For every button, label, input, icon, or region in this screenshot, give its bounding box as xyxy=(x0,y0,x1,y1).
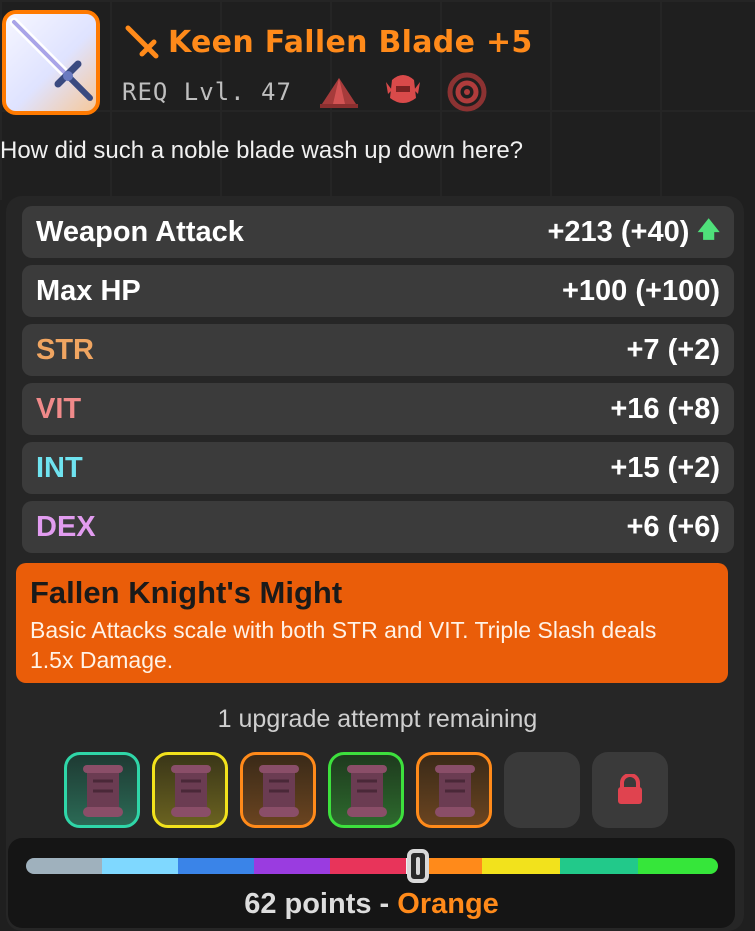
upgrade-slot-locked[interactable] xyxy=(592,752,668,828)
scroll-icon xyxy=(259,765,299,817)
item-description: How did such a noble blade wash up down … xyxy=(0,137,524,164)
stat-label: DEX xyxy=(36,510,96,543)
item-icon-frame[interactable] xyxy=(2,10,100,115)
scroll-icon xyxy=(347,765,387,817)
upgrade-slots xyxy=(64,752,668,828)
helmet-icon xyxy=(382,72,424,112)
quality-gradient-bar xyxy=(26,858,718,874)
stat-label: STR xyxy=(36,333,94,366)
stat-value-text: +213 (+40) xyxy=(547,215,690,248)
lock-icon xyxy=(618,774,642,804)
stat-label: INT xyxy=(36,451,83,484)
weapon-type-icon xyxy=(125,25,159,59)
upgrade-slot-1[interactable] xyxy=(64,752,140,828)
stat-value: +7 (+2) xyxy=(626,333,721,366)
stat-row-vit: VIT +16 (+8) xyxy=(22,383,734,435)
stat-row-weapon-attack: Weapon Attack +213 (+40) 🡅 xyxy=(22,206,734,258)
stat-value: +16 (+8) xyxy=(610,392,720,425)
item-header: Keen Fallen Blade +5 REQ Lvl. 47 xyxy=(0,6,755,116)
ability-description: Basic Attacks scale with both STR and VI… xyxy=(30,617,657,673)
tent-icon xyxy=(318,72,360,112)
sword-icon xyxy=(9,17,93,101)
scroll-icon xyxy=(435,765,475,817)
ability-name: Fallen Knight's Might xyxy=(30,575,343,610)
swirl-icon xyxy=(446,72,488,112)
stat-label: VIT xyxy=(36,392,82,425)
upgrade-slot-2[interactable] xyxy=(152,752,228,828)
upgrade-slot-5[interactable] xyxy=(416,752,492,828)
upgrade-slot-3[interactable] xyxy=(240,752,316,828)
quality-points-text: 62 points - Orange xyxy=(8,888,735,921)
upgrade-slot-4[interactable] xyxy=(328,752,404,828)
arrow-up-icon: 🡅 xyxy=(697,217,720,242)
item-name: Keen Fallen Blade +5 xyxy=(168,24,533,60)
ability-box: Fallen Knight's Might Basic Attacks scal… xyxy=(16,563,728,683)
class-icons xyxy=(318,72,488,112)
level-requirement: REQ Lvl. 47 xyxy=(122,78,292,106)
stat-value: +15 (+2) xyxy=(610,451,720,484)
stat-value: +100 (+100) xyxy=(561,274,720,307)
quality-meter: 62 points - Orange xyxy=(8,838,735,928)
stat-row-max-hp: Max HP +100 (+100) xyxy=(22,265,734,317)
quality-slider-handle[interactable] xyxy=(407,849,429,883)
stat-value: +6 (+6) xyxy=(626,510,721,543)
stat-row-int: INT +15 (+2) xyxy=(22,442,734,494)
stat-label: Weapon Attack xyxy=(36,215,244,248)
stat-label: Max HP xyxy=(36,274,141,307)
scroll-icon xyxy=(171,765,211,817)
points-value: 62 points - xyxy=(244,888,398,920)
stat-value: +213 (+40) 🡅 xyxy=(547,213,720,251)
upgrade-slot-empty[interactable] xyxy=(504,752,580,828)
upgrade-attempts-text: 1 upgrade attempt remaining xyxy=(217,705,538,733)
quality-tier: Orange xyxy=(397,888,499,920)
stat-row-str: STR +7 (+2) xyxy=(22,324,734,376)
scroll-icon xyxy=(83,765,123,817)
stat-row-dex: DEX +6 (+6) xyxy=(22,501,734,553)
